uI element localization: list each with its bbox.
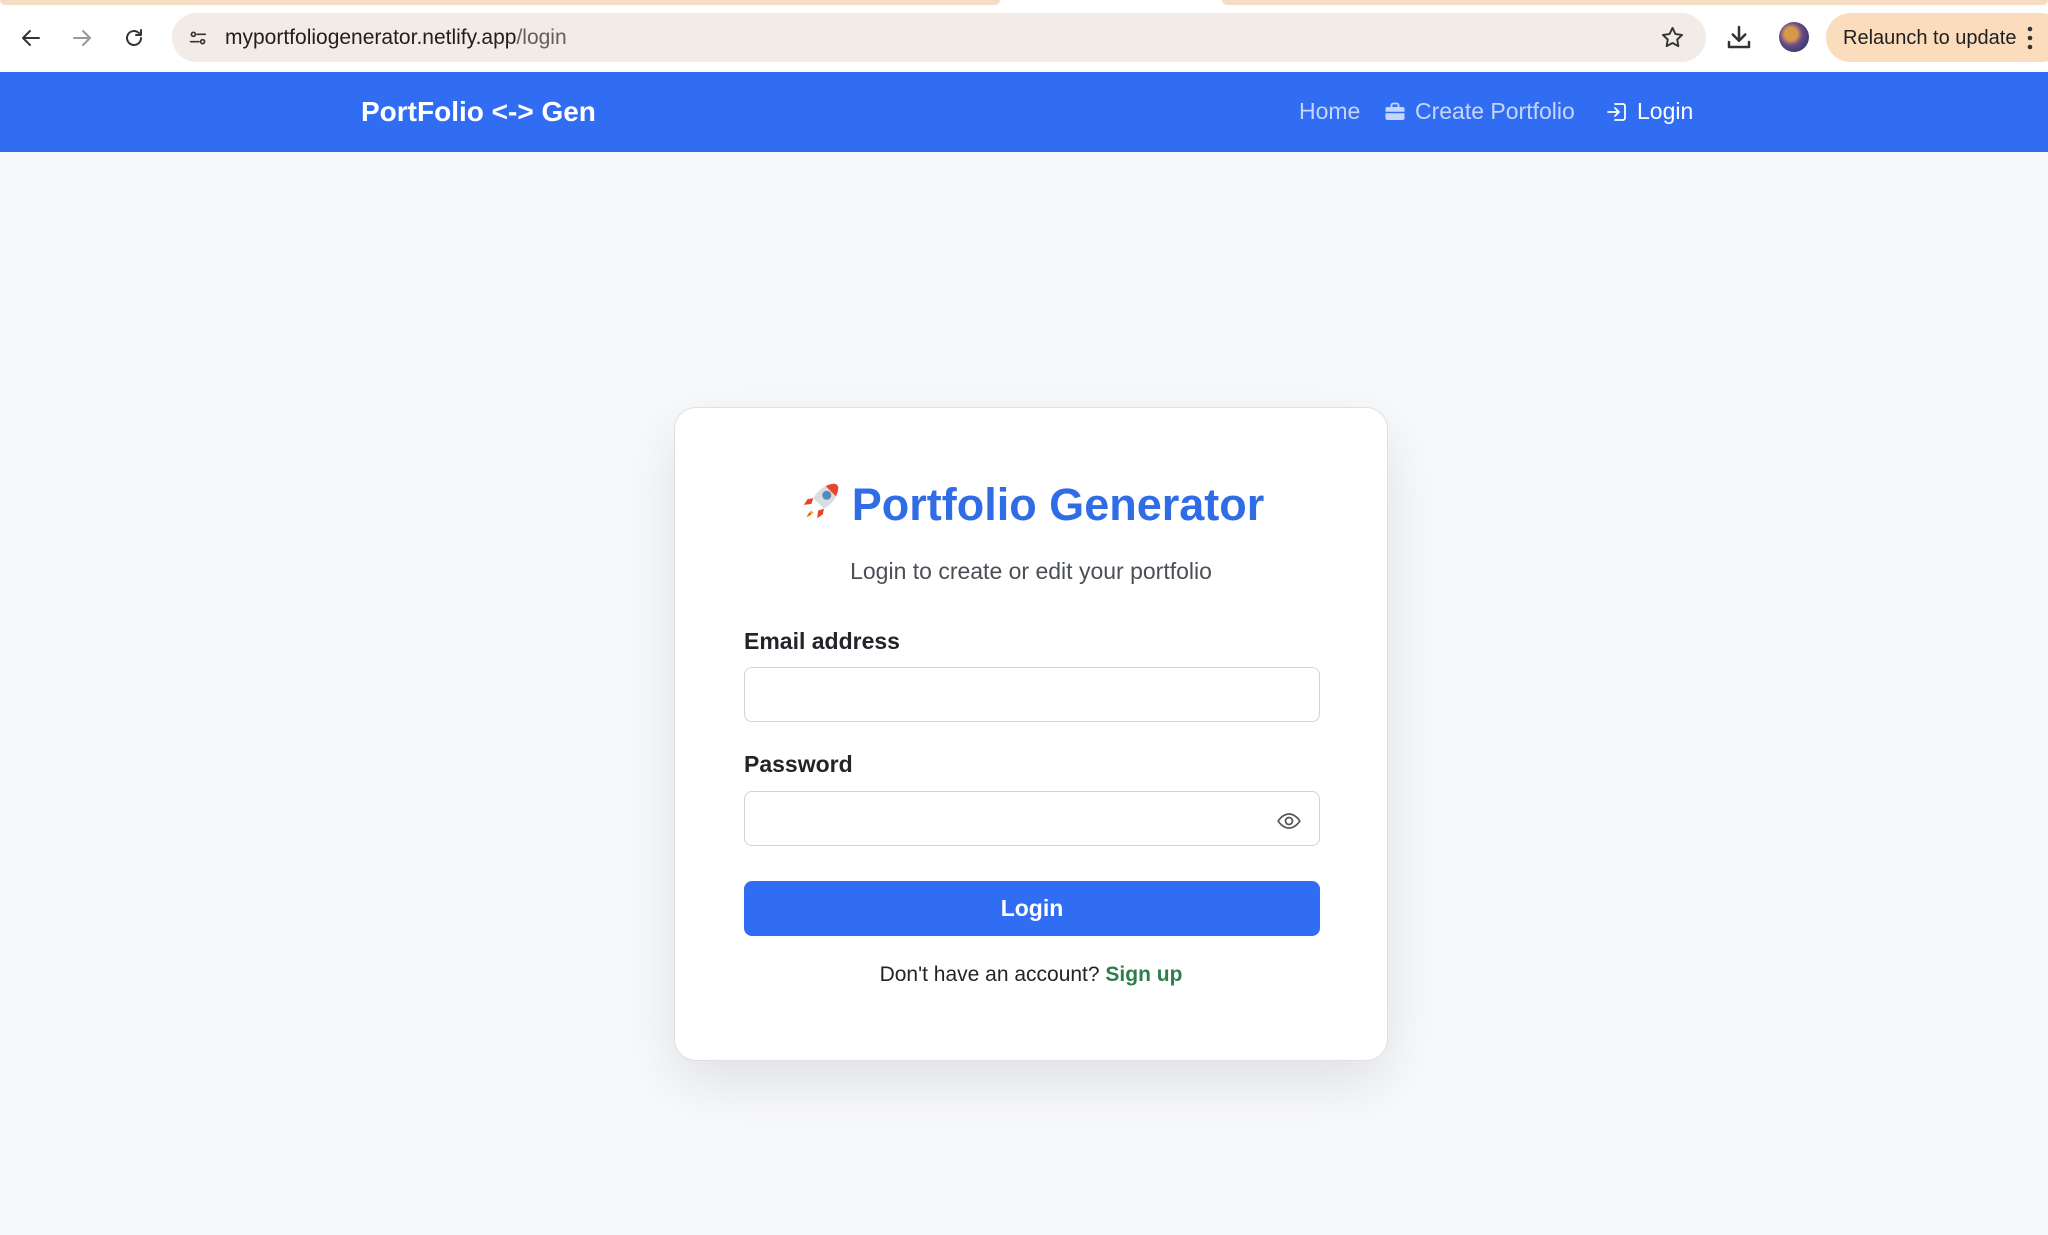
nav-link-label: Create Portfolio bbox=[1415, 98, 1575, 124]
browser-chrome: myportfoliogenerator.netlify.app/login R… bbox=[0, 0, 2048, 72]
login-icon bbox=[1607, 102, 1626, 121]
url-host: myportfoliogenerator.netlify.app bbox=[225, 26, 517, 49]
signup-prompt-text: Don't have an account? bbox=[879, 963, 1100, 986]
tab-strip-accent bbox=[1222, 0, 2048, 5]
brand-logo[interactable]: PortFolio <-> Gen bbox=[361, 96, 596, 128]
site-info-icon[interactable] bbox=[184, 24, 211, 51]
signup-prompt: Don't have an account? Sign up bbox=[675, 963, 1387, 987]
reload-button[interactable] bbox=[116, 20, 152, 56]
address-bar[interactable]: myportfoliogenerator.netlify.app/login bbox=[172, 13, 1706, 62]
nav-link-create-portfolio[interactable]: Create Portfolio bbox=[1383, 98, 1575, 125]
url-text[interactable]: myportfoliogenerator.netlify.app/login bbox=[225, 26, 567, 50]
tab-strip-accent bbox=[0, 0, 1000, 5]
rocket-icon bbox=[803, 483, 838, 519]
login-button[interactable]: Login bbox=[744, 881, 1320, 936]
arrow-left-icon bbox=[22, 30, 40, 46]
relaunch-label: Relaunch to update bbox=[1843, 27, 2017, 49]
forward-button[interactable] bbox=[64, 20, 100, 56]
arrow-right-icon bbox=[73, 30, 91, 46]
card-title: Portfolio Generator bbox=[675, 478, 1387, 531]
nav-link-label: Home bbox=[1299, 98, 1361, 124]
password-field[interactable] bbox=[744, 791, 1320, 846]
url-path: /login bbox=[516, 26, 567, 49]
reload-icon bbox=[126, 29, 142, 46]
download-icon[interactable] bbox=[1724, 22, 1754, 52]
back-button[interactable] bbox=[13, 20, 49, 56]
email-field[interactable] bbox=[744, 667, 1320, 722]
email-label: Email address bbox=[744, 628, 900, 654]
nav-link-login[interactable]: Login bbox=[1605, 98, 1693, 125]
card-title-text: Portfolio Generator bbox=[851, 479, 1265, 530]
briefcase-icon bbox=[1385, 102, 1405, 120]
relaunch-button[interactable]: Relaunch to update bbox=[1826, 13, 2048, 62]
more-menu-icon[interactable] bbox=[2026, 25, 2034, 51]
signup-link[interactable]: Sign up bbox=[1105, 963, 1182, 986]
password-label: Password bbox=[744, 751, 853, 777]
profile-avatar[interactable] bbox=[1779, 22, 1809, 52]
eye-icon[interactable] bbox=[1276, 808, 1302, 834]
card-subtitle: Login to create or edit your portfolio bbox=[850, 558, 1212, 584]
bookmark-star-icon[interactable] bbox=[1659, 24, 1686, 51]
nav-link-label: Login bbox=[1637, 98, 1694, 124]
app-navbar: PortFolio <-> Gen Home Create Portfolio … bbox=[0, 72, 2048, 152]
login-card: Portfolio Generator Login to create or e… bbox=[674, 407, 1388, 1061]
nav-link-home[interactable]: Home bbox=[1299, 98, 1360, 125]
